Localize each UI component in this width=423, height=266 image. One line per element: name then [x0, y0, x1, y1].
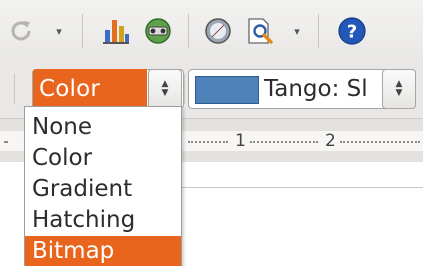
dropdown-option-color[interactable]: Color	[25, 143, 181, 173]
toolbar-separator	[82, 14, 83, 48]
chevron-down-icon: ▾	[294, 24, 300, 38]
toolbar-separator	[184, 74, 185, 104]
ruler-label-1: 1	[235, 131, 246, 151]
fill-color-spin-button[interactable]: ▲ ▼	[382, 69, 416, 109]
dropdown-option-hatching[interactable]: Hatching	[25, 205, 181, 235]
chevron-down-icon: ▾	[56, 24, 62, 38]
autopilot-icon[interactable]	[198, 14, 238, 48]
writer-window: ▾ ▾ ? Color ▲ ▼ Tango: Sl ▲ ▼ 1 2 None C…	[0, 0, 423, 266]
chart-icon[interactable]	[96, 14, 136, 48]
toolbar-separator	[188, 14, 189, 48]
navigator-icon[interactable]	[138, 14, 178, 48]
zoom-dropdown-arrow[interactable]: ▾	[286, 14, 308, 48]
ruler-ticks	[4, 141, 8, 145]
ruler-ticks	[250, 141, 318, 145]
chevron-down-icon: ▼	[395, 88, 403, 98]
dropdown-option-none[interactable]: None	[25, 112, 181, 142]
zoom-icon[interactable]	[240, 14, 280, 48]
standard-toolbar: ▾ ▾ ?	[0, 0, 423, 63]
ruler-ticks	[188, 141, 228, 145]
fill-type-value: Color	[33, 69, 147, 109]
page-margin-line	[180, 187, 423, 188]
chevron-down-icon: ▼	[161, 88, 169, 98]
fill-type-dropdown-list: None Color Gradient Hatching Bitmap	[24, 106, 182, 266]
color-swatch	[195, 76, 259, 104]
help-icon[interactable]: ?	[332, 14, 372, 48]
fill-type-spin-button[interactable]: ▲ ▼	[148, 69, 182, 109]
dropdown-option-bitmap[interactable]: Bitmap	[25, 236, 181, 266]
toolbar-separator	[318, 14, 319, 48]
dropdown-option-gradient[interactable]: Gradient	[25, 174, 181, 204]
fill-color-value: Tango: Sl	[264, 76, 368, 102]
svg-text:?: ?	[347, 22, 357, 43]
ruler-ticks	[340, 141, 420, 145]
ruler-label-2: 2	[325, 131, 336, 151]
redo-icon[interactable]	[2, 14, 42, 48]
redo-dropdown-arrow[interactable]: ▾	[48, 14, 70, 48]
toolbar-separator	[14, 74, 15, 104]
